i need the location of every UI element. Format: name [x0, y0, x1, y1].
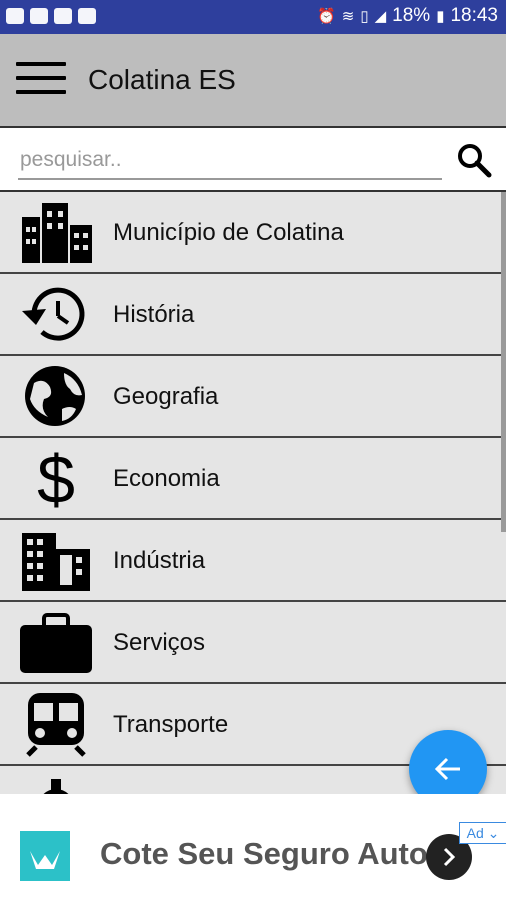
list-item-label: Economia: [113, 465, 220, 492]
search-input[interactable]: [18, 142, 442, 180]
ad-choices-badge[interactable]: Ad ⌄: [459, 822, 506, 844]
list-item-label: Geografia: [113, 383, 219, 410]
app-bar: Colatina ES: [0, 34, 506, 128]
gallery-icon: [78, 8, 96, 24]
svg-text:$: $: [37, 445, 75, 511]
ad-logo[interactable]: [20, 831, 70, 881]
battery-percent: 18%: [392, 5, 431, 26]
ad-headline[interactable]: Cote Seu Seguro Auto: [100, 836, 428, 872]
industry-building-icon: [18, 527, 94, 593]
gear-icon: [18, 773, 94, 794]
list-item[interactable]: Geografia: [0, 356, 506, 438]
vibrate-icon: ▯: [360, 8, 369, 25]
arrow-back-icon: [434, 757, 460, 781]
notification-icons: [6, 8, 96, 24]
search-bar: [0, 128, 506, 192]
list-item-label: Município de Colatina: [113, 219, 344, 246]
youtube-icon: [30, 8, 48, 24]
battery-icon: ▮: [436, 8, 445, 25]
system-status: ⏰ ≋ ▯ ◢ 18% ▮ 18:43: [317, 5, 498, 27]
app-title: Colatina ES: [88, 64, 236, 95]
youtube-icon: [6, 8, 24, 24]
list-item-label: Indústria: [113, 547, 206, 574]
list-item-label: Transporte: [113, 711, 229, 738]
list-item[interactable]: História: [0, 274, 506, 356]
search-icon[interactable]: [454, 140, 494, 180]
chevron-right-icon: [443, 847, 456, 867]
ad-badge-label: Ad: [466, 825, 484, 841]
clock: 18:43: [450, 5, 498, 26]
signal-icon: ◢: [374, 8, 387, 25]
city-buildings-icon: [18, 199, 94, 265]
wifi-icon: ≋: [341, 8, 355, 25]
menu-list: Município de Colatina História Geografia…: [0, 192, 506, 794]
hamburger-menu-icon[interactable]: [16, 62, 66, 96]
image-icon: [54, 8, 72, 24]
list-item[interactable]: Município de Colatina: [0, 192, 506, 274]
history-clock-icon: [18, 281, 94, 347]
globe-icon: [18, 363, 94, 429]
status-bar: ⏰ ≋ ▯ ◢ 18% ▮ 18:43: [0, 0, 506, 34]
train-icon: [18, 691, 94, 757]
list-item-label: Serviços: [113, 629, 206, 656]
briefcase-icon: [18, 609, 94, 675]
list-item-label: História: [113, 301, 195, 328]
list-item[interactable]: $ Economia: [0, 438, 506, 520]
alarm-icon: ⏰: [317, 8, 336, 25]
list-item[interactable]: Indústria: [0, 520, 506, 602]
scrollbar[interactable]: [501, 192, 506, 532]
dollar-icon: $: [18, 442, 94, 518]
list-item[interactable]: Serviços: [0, 602, 506, 684]
